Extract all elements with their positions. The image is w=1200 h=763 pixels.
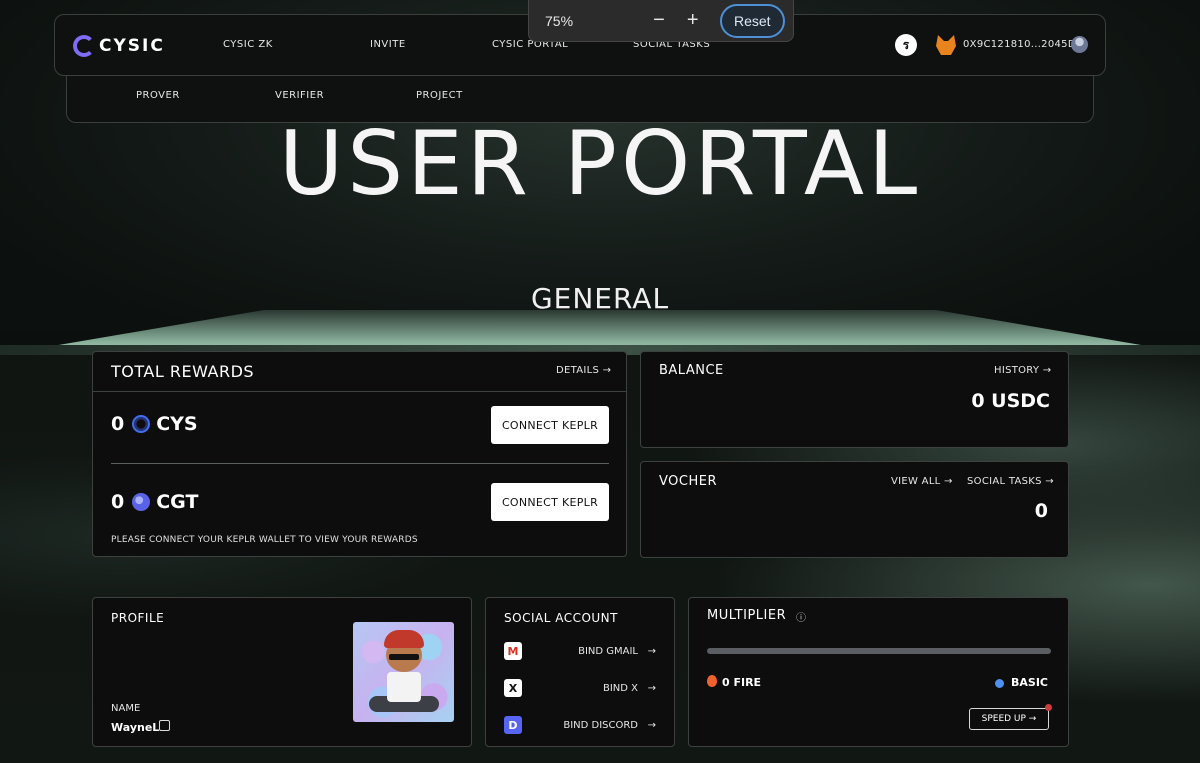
- multiplier-progress-bar: [707, 648, 1051, 654]
- rewards-hint: PLEASE CONNECT YOUR KEPLR WALLET TO VIEW…: [111, 535, 418, 545]
- level-label: BASIC: [1011, 676, 1048, 689]
- section-title: GENERAL: [530, 282, 670, 315]
- connect-keplr-cys-button[interactable]: CONNECT KEPLR: [491, 406, 609, 444]
- logo-text: CYSIC: [99, 36, 165, 56]
- voucher-value: 0: [1034, 500, 1048, 522]
- info-icon[interactable]: ⓘ: [796, 609, 806, 624]
- social-tasks-link[interactable]: SOCIAL TASKS →: [967, 476, 1054, 487]
- bind-discord-label: BIND DISCORD: [563, 719, 638, 731]
- cgt-amount: 0: [111, 491, 125, 513]
- voucher-title: VOCHER: [659, 474, 717, 489]
- bind-gmail-row[interactable]: M BIND GMAIL →: [504, 640, 656, 662]
- name-label: NAME: [111, 703, 141, 714]
- subnav-verifier[interactable]: VERIFIER: [275, 90, 324, 101]
- nav-cysic-zk[interactable]: CYSIC ZK: [223, 39, 273, 50]
- arrow-right-icon: →: [647, 682, 656, 694]
- bind-discord-row[interactable]: D BIND DISCORD →: [504, 714, 656, 736]
- cys-symbol: CYS: [156, 413, 198, 435]
- arrow-right-icon: →: [647, 719, 656, 731]
- zoom-popup: 75% − + Reset: [528, 0, 794, 42]
- zoom-in-button[interactable]: +: [676, 9, 710, 32]
- x-icon: X: [504, 679, 522, 697]
- cgt-coin-icon: [132, 493, 151, 511]
- total-rewards-card: TOTAL REWARDS DETAILS → 0 CYS CONNECT KE…: [92, 351, 627, 557]
- view-all-link[interactable]: VIEW ALL →: [891, 476, 953, 487]
- profile-card: PROFILE NAME WayneL: [92, 597, 472, 747]
- profile-title: PROFILE: [111, 611, 165, 625]
- cysic-logo[interactable]: CYSIC: [73, 35, 165, 57]
- wallet-address[interactable]: 0X9C121810...2045D: [963, 39, 1076, 50]
- divider: [93, 391, 626, 392]
- social-account-title: SOCIAL ACCOUNT: [504, 611, 618, 625]
- discord-icon: D: [504, 716, 522, 734]
- level-dot-icon: [995, 679, 1004, 688]
- multiplier-title: MULTIPLIER: [707, 608, 787, 623]
- arrow-right-icon: →: [647, 645, 656, 657]
- fire-icon: [707, 675, 717, 687]
- fire-count: 0 FIRE: [722, 676, 762, 689]
- balance-value: 0 USDC: [971, 390, 1050, 412]
- cgt-symbol: CGT: [156, 491, 199, 513]
- cys-balance: 0 CYS: [111, 413, 198, 435]
- cgt-balance: 0 CGT: [111, 491, 198, 513]
- sub-navbar: PROVER VERIFIER PROJECT: [66, 76, 1094, 123]
- divider: [111, 463, 609, 464]
- edit-icon[interactable]: [159, 720, 170, 731]
- voucher-card: VOCHER VIEW ALL → SOCIAL TASKS → 0: [640, 461, 1069, 558]
- user-avatar[interactable]: [1071, 36, 1088, 53]
- cys-amount: 0: [111, 413, 125, 435]
- profile-avatar-nft: [353, 622, 454, 722]
- history-link[interactable]: HISTORY →: [994, 365, 1051, 376]
- balance-title: BALANCE: [659, 363, 724, 378]
- connect-keplr-cgt-button[interactable]: CONNECT KEPLR: [491, 483, 609, 521]
- subnav-project[interactable]: PROJECT: [416, 90, 463, 101]
- total-rewards-title: TOTAL REWARDS: [111, 362, 255, 381]
- zoom-level: 75%: [545, 12, 574, 29]
- zoom-reset-button[interactable]: Reset: [719, 3, 785, 38]
- subnav-prover[interactable]: PROVER: [136, 90, 180, 101]
- bind-gmail-label: BIND GMAIL: [578, 645, 638, 657]
- balance-card: BALANCE HISTORY → 0 USDC: [640, 351, 1069, 448]
- gmail-icon: M: [504, 642, 522, 660]
- name-value: WayneL: [111, 721, 160, 734]
- cysic-logo-icon: [73, 35, 95, 57]
- notification-dot: [1045, 704, 1052, 711]
- zoom-out-button[interactable]: −: [642, 9, 676, 32]
- metamask-fox-icon[interactable]: [936, 35, 956, 55]
- bind-x-row[interactable]: X BIND X →: [504, 677, 656, 699]
- faucet-icon[interactable]: ร: [895, 34, 917, 56]
- multiplier-card: MULTIPLIER ⓘ 0 FIRE BASIC SPEED UP →: [688, 597, 1069, 747]
- page-title: USER PORTAL: [278, 112, 922, 215]
- bind-x-label: BIND X: [602, 682, 638, 694]
- social-account-card: SOCIAL ACCOUNT M BIND GMAIL → X BIND X →…: [485, 597, 675, 747]
- speed-up-button[interactable]: SPEED UP →: [969, 708, 1049, 730]
- details-link[interactable]: DETAILS →: [556, 365, 611, 376]
- cys-coin-icon: [132, 415, 151, 433]
- nav-invite[interactable]: INVITE: [370, 39, 406, 50]
